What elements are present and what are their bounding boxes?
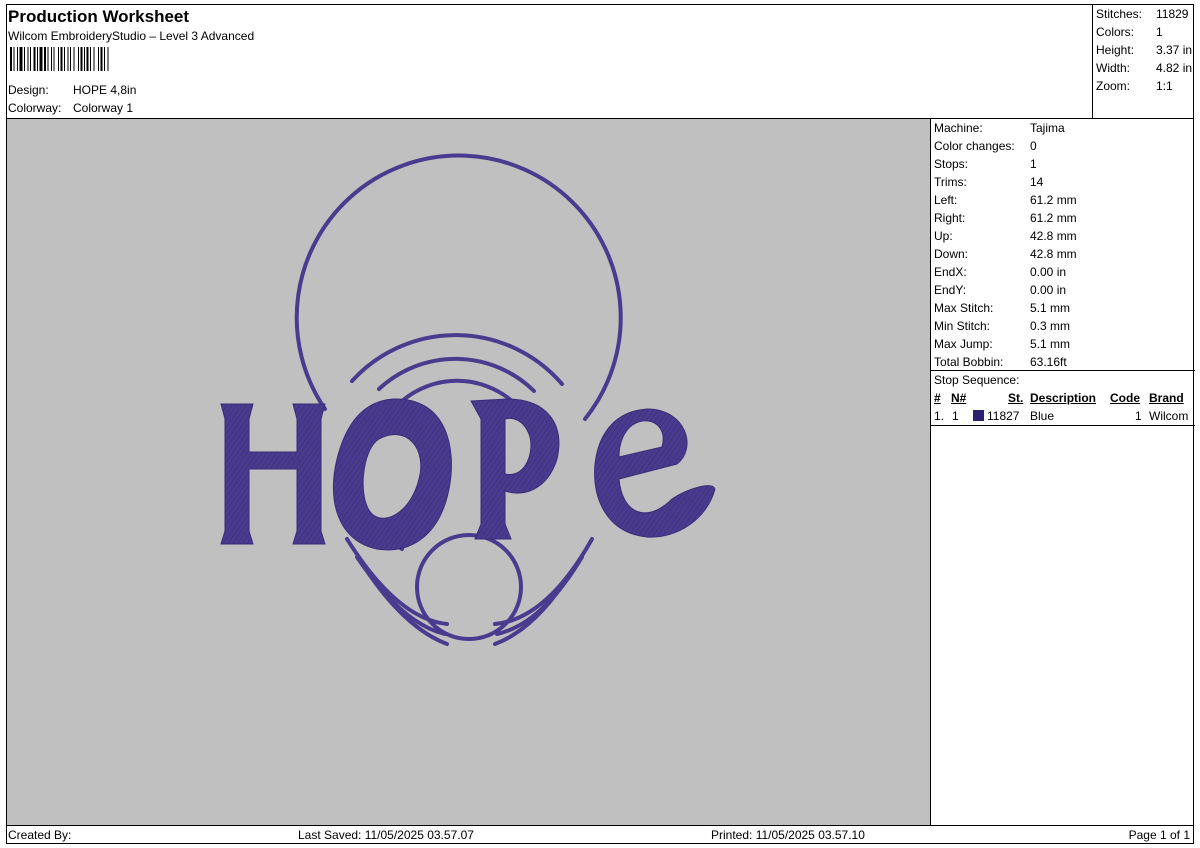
- letter-p: [470, 398, 560, 540]
- info-color-changes: Color changes: 0: [934, 139, 1037, 153]
- printed-date: Printed: 11/05/2025 03.57.10: [711, 828, 865, 842]
- info-endx: EndX: 0.00 in: [934, 265, 1067, 279]
- col-num: #: [934, 391, 941, 405]
- page-title: Production Worksheet: [8, 7, 190, 26]
- colorway-value: Colorway 1: [73, 101, 134, 115]
- info-endy: EndY: 0.00 in: [934, 283, 1067, 297]
- col-code: Code: [1110, 391, 1140, 405]
- info-left: Left: 61.2 mm: [934, 193, 1077, 207]
- info-trims: Trims: 14: [934, 175, 1044, 189]
- barcode: [10, 47, 109, 71]
- col-brand: Brand: [1149, 391, 1184, 405]
- col-description: Description: [1030, 391, 1097, 405]
- page-number: Page 1 of 1: [1128, 828, 1190, 842]
- letter-e: [594, 408, 716, 538]
- info-up: Up: 42.8 mm: [934, 229, 1077, 243]
- design-label: Design:: [8, 83, 49, 97]
- info-total-bobbin: Total Bobbin: 63.16ft: [934, 355, 1067, 369]
- info-min-stitch: Min Stitch: 0.3 mm: [934, 319, 1071, 333]
- hope-embroidery-design: [220, 153, 716, 646]
- design-value: HOPE 4,8in: [73, 83, 137, 97]
- letter-h: [220, 403, 326, 545]
- created-by: Created By:: [8, 828, 72, 842]
- info-max-stitch: Max Stitch: 5.1 mm: [934, 301, 1071, 315]
- info-stops: Stops: 1: [934, 157, 1037, 171]
- stats-panel: Stitches: 11829 Colors: 1 Height: 3.37 in W…: [1092, 4, 1195, 118]
- info-max-jump: Max Jump: 5.1 mm: [934, 337, 1071, 351]
- col-st: St.: [1008, 391, 1024, 405]
- arc-3: [377, 356, 536, 393]
- stat-colors: Colors: 1: [1096, 25, 1163, 39]
- design-preview-canvas: [7, 119, 930, 825]
- stop-sequence-title: Stop Sequence:: [934, 373, 1020, 387]
- colorway-row: Colorway: Colorway 1: [8, 99, 133, 117]
- letter-o: [332, 398, 452, 551]
- info-down: Down: 42.8 mm: [934, 247, 1077, 261]
- info-machine: Machine: Tajima: [934, 121, 1065, 135]
- header: Production Worksheet Wilcom EmbroiderySt…: [8, 6, 254, 71]
- footer: Created By: Last Saved: 11/05/2025 03.57…: [6, 825, 1194, 844]
- sequence-divider: [931, 425, 1195, 426]
- machine-info-panel: Machine: Tajima Color changes: 0 Stops: 1 T…: [930, 119, 1195, 825]
- thread-color-swatch: [973, 410, 984, 421]
- col-n: N#: [951, 391, 967, 405]
- design-row: Design: HOPE 4,8in: [8, 81, 136, 99]
- stat-width: Width: 4.82 in: [1096, 61, 1193, 75]
- info-right: Right: 61.2 mm: [934, 211, 1077, 225]
- stat-height: Height: 3.37 in: [1096, 43, 1193, 57]
- stat-zoom: Zoom: 1:1: [1096, 79, 1173, 93]
- colorway-label: Colorway:: [8, 101, 62, 115]
- stat-stitches: Stitches: 11829: [1096, 7, 1189, 21]
- software-subtitle: Wilcom EmbroideryStudio – Level 3 Advanc…: [8, 29, 255, 43]
- last-saved: Last Saved: 11/05/2025 03.57.07: [298, 828, 474, 842]
- arc-4: [400, 378, 514, 403]
